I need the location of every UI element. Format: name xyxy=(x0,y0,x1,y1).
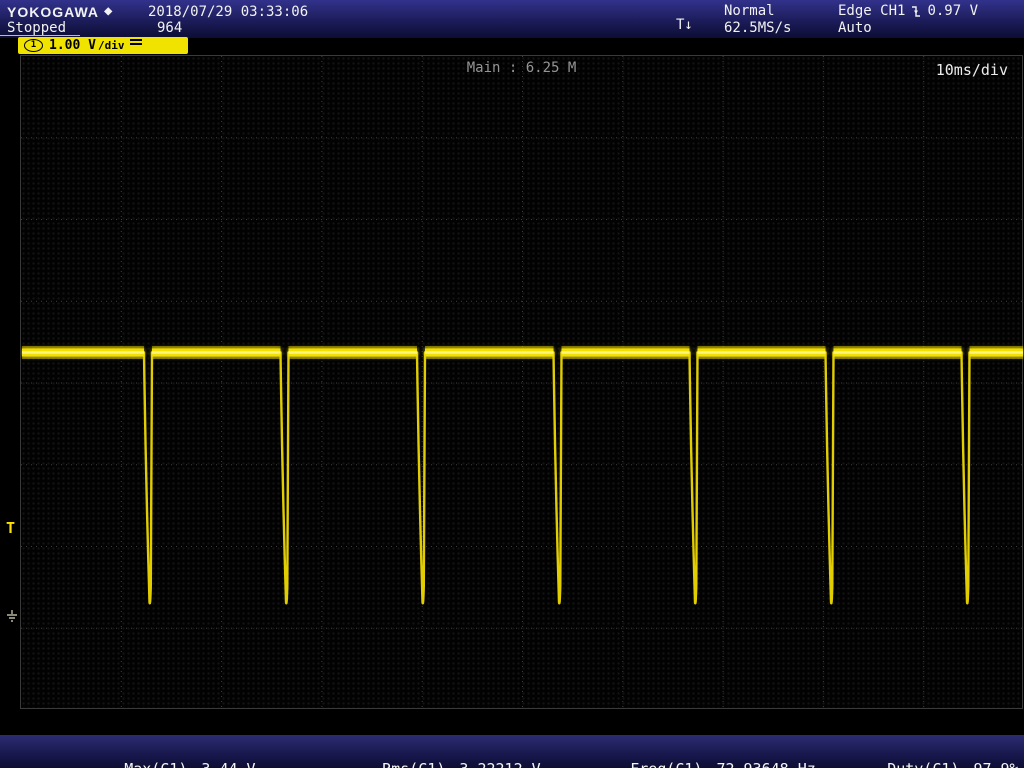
channel1-number-icon: 1 xyxy=(24,39,43,52)
ground-level-icon xyxy=(7,610,17,622)
trigger-settings: Edge CH1 0.97 V xyxy=(838,3,978,19)
brand-logo: YOKOGAWA xyxy=(7,4,100,20)
acquisition-status: Stopped xyxy=(7,20,67,36)
measurement-value: 72.93648 Hz xyxy=(716,760,815,768)
measurement-label: Duty(C1) xyxy=(887,760,959,768)
measurement-bar: Max(C1) 3.44 V Rms(C1) 3.22212 V Freq(C1) 7… xyxy=(0,735,1024,768)
measurement-value: 3.22212 V xyxy=(459,760,540,768)
channel1-badge: 1 1.00 V /div xyxy=(18,37,188,54)
measurement-label: Max(C1) xyxy=(124,760,187,768)
acquisition-count: 964 xyxy=(157,20,183,36)
record-length-info: Main : 6.25 M xyxy=(466,60,577,76)
falling-edge-trigger-icon xyxy=(912,5,921,17)
channel1-scale-unit: /div xyxy=(97,39,125,52)
graticule xyxy=(21,56,1024,710)
trigger-mode: Normal xyxy=(724,3,775,19)
trigger-source: Edge CH1 xyxy=(838,3,906,19)
waveform-svg xyxy=(21,56,1024,710)
trigger-level: 0.97 V xyxy=(927,3,979,19)
brand-diamond-icon: ◆ xyxy=(104,3,113,19)
dc-coupling-icon xyxy=(130,38,143,47)
status-underline xyxy=(0,35,80,36)
oscilloscope-display: YOKOGAWA ◆ 2018/07/29 03:33:06 Stopped 9… xyxy=(0,0,1024,768)
timebase-setting: 10ms/div xyxy=(935,61,1008,79)
measurement-value: 97.9% xyxy=(973,760,1018,768)
trigger-position-icon: T↓ xyxy=(676,17,693,33)
sample-rate: 62.5MS/s xyxy=(724,20,792,36)
trigger-sweep-mode: Auto xyxy=(838,20,872,36)
trigger-level-marker: T xyxy=(6,519,16,537)
top-status-bar: YOKOGAWA ◆ 2018/07/29 03:33:06 Stopped 9… xyxy=(0,0,1024,38)
channel1-scale: 1.00 V xyxy=(49,38,96,53)
measurement-value: 3.44 V xyxy=(201,760,255,768)
measurement-rms: Rms(C1) 3.22212 V xyxy=(328,742,541,768)
measurement-label: Freq(C1) xyxy=(630,760,702,768)
waveform-screen: Main : 6.25 M 10ms/div xyxy=(20,55,1024,710)
measurement-max: Max(C1) 3.44 V xyxy=(70,742,255,768)
measurement-duty: Duty(C1) 97.9% xyxy=(833,742,1018,768)
measurement-label: Rms(C1) xyxy=(382,760,445,768)
waveform-pulses xyxy=(22,351,1023,605)
datetime: 2018/07/29 03:33:06 xyxy=(148,4,309,20)
measurement-freq: Freq(C1) 72.93648 Hz xyxy=(576,742,816,768)
